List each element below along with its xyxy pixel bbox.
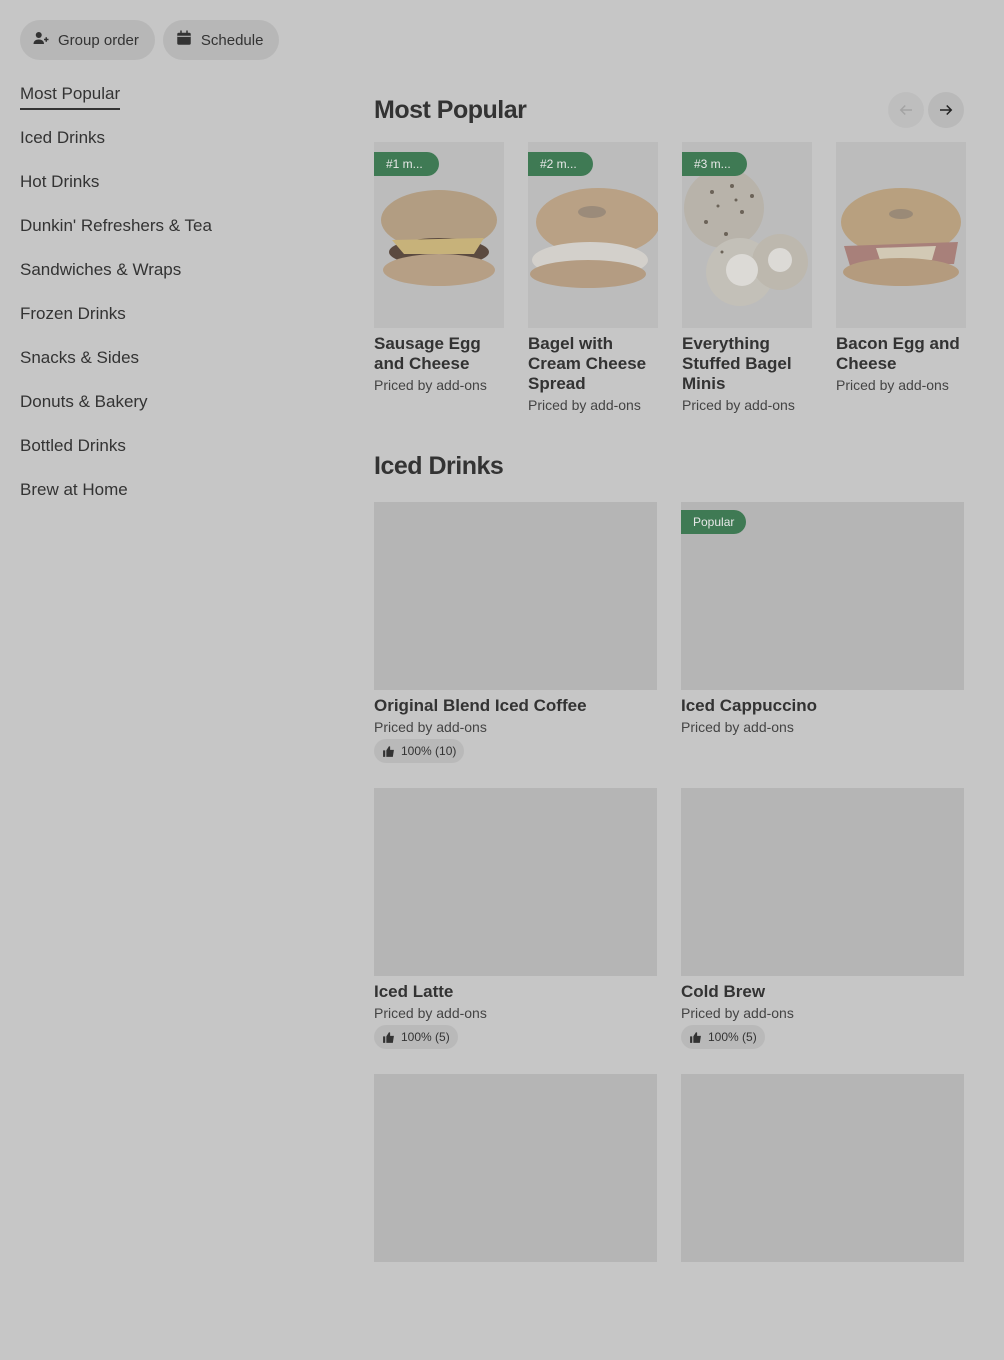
item-price: Priced by add-ons (681, 719, 794, 735)
menu-item-card[interactable]: #3 m... Everything Stuffed Bagel Minis P… (682, 142, 812, 414)
sidebar-item-label: Brew at Home (20, 480, 128, 499)
sidebar-item-hot-drinks[interactable]: Hot Drinks (20, 168, 320, 212)
sidebar-item-donuts-bakery[interactable]: Donuts & Bakery (20, 388, 320, 432)
item-name: Sausage Egg and Cheese (374, 334, 481, 373)
most-popular-header: Most Popular (374, 80, 964, 142)
item-image-placeholder: Popular (681, 502, 964, 690)
item-image-placeholder (681, 788, 964, 976)
item-image-placeholder (374, 788, 657, 976)
carousel-controls (888, 92, 964, 128)
thumbs-up-icon (690, 1031, 701, 1043)
sidebar-item-snacks-sides[interactable]: Snacks & Sides (20, 344, 320, 388)
sidebar-item-sandwiches-wraps[interactable]: Sandwiches & Wraps (20, 256, 320, 300)
thumbs-up-icon (383, 745, 394, 757)
item-name: Iced Cappuccino (681, 696, 818, 715)
rank-badge: #2 m... (528, 152, 593, 176)
item-price: Priced by add-ons (374, 719, 487, 735)
category-sidebar: Most Popular Iced Drinks Hot Drinks Dunk… (20, 80, 320, 520)
bacon-egg-cheese-image (836, 142, 966, 328)
popular-badge: Popular (681, 510, 747, 534)
rating-value: 100% (5) (401, 1030, 450, 1044)
item-image-placeholder (681, 1074, 964, 1262)
item-name: Everything Stuffed Bagel Minis (682, 334, 792, 393)
group-order-button[interactable]: Group order (20, 20, 155, 60)
item-price: Priced by add-ons (374, 377, 487, 393)
sidebar-item-label: Frozen Drinks (20, 304, 126, 323)
item-price: Priced by add-ons (374, 1005, 487, 1021)
bagel-cream-cheese-image: #2 m... (528, 142, 658, 328)
menu-item-card[interactable]: #1 m... Sausage Egg and Cheese Priced by… (374, 142, 504, 414)
item-name: Original Blend Iced Coffee (374, 696, 587, 715)
sidebar-item-iced-drinks[interactable]: Iced Drinks (20, 124, 320, 168)
thumbs-up-icon (383, 1031, 394, 1043)
sidebar-item-bottled-drinks[interactable]: Bottled Drinks (20, 432, 320, 476)
iced-drinks-grid: Original Blend Iced Coffee Priced by add… (374, 502, 964, 1360)
rank-badge: #3 m... (682, 152, 747, 176)
item-price: Priced by add-ons (528, 397, 641, 413)
rating-value: 100% (5) (708, 1030, 757, 1044)
stuffed-bagel-minis-image: #3 m... (682, 142, 812, 328)
menu-item-card[interactable]: Bacon Egg and Cheese Priced by add-ons (836, 142, 966, 414)
item-price: Priced by add-ons (682, 397, 795, 413)
item-name: Iced Latte (374, 982, 454, 1001)
sidebar-item-refreshers-tea[interactable]: Dunkin' Refreshers & Tea (20, 212, 320, 256)
item-price: Priced by add-ons (681, 1005, 794, 1021)
schedule-button[interactable]: Schedule (162, 20, 280, 60)
rating-value: 100% (10) (401, 744, 457, 758)
calendar-icon (175, 29, 193, 51)
rank-badge: #1 m... (374, 152, 439, 176)
item-name: Cold Brew (681, 982, 766, 1001)
sidebar-item-label: Most Popular (20, 81, 121, 110)
order-actions: Group order Schedule (20, 20, 280, 60)
most-popular-title: Most Popular (374, 96, 527, 124)
menu-item-card[interactable]: Original Blend Iced Coffee Priced by add… (374, 502, 657, 788)
sidebar-item-label: Sandwiches & Wraps (20, 260, 182, 279)
sidebar-item-label: Bottled Drinks (20, 436, 126, 455)
add-person-icon (32, 29, 50, 51)
sidebar-item-most-popular[interactable]: Most Popular (20, 80, 320, 124)
item-image-placeholder (374, 1074, 657, 1262)
sidebar-item-frozen-drinks[interactable]: Frozen Drinks (20, 300, 320, 344)
sidebar-item-label: Dunkin' Refreshers & Tea (20, 216, 212, 235)
sausage-egg-cheese-image: #1 m... (374, 142, 504, 328)
schedule-label: Schedule (200, 31, 264, 49)
menu-content: Most Popular #1 m... Sausage Egg and Che… (374, 80, 966, 1360)
sidebar-item-label: Donuts & Bakery (20, 392, 148, 411)
menu-item-card[interactable]: #2 m... Bagel with Cream Cheese Spread P… (528, 142, 658, 414)
menu-item-card[interactable]: Popular Iced Cappuccino Priced by add-on… (681, 502, 964, 788)
carousel-prev-button[interactable] (888, 92, 924, 128)
arrow-left-icon (899, 104, 912, 116)
rating-badge: 100% (5) (681, 1025, 765, 1049)
sidebar-item-label: Hot Drinks (20, 172, 100, 191)
menu-item-card[interactable]: Iced Latte Priced by add-ons 100% (5) (374, 788, 657, 1074)
rating-badge: 100% (10) (374, 739, 465, 763)
carousel-next-button[interactable] (928, 92, 964, 128)
rating-badge: 100% (5) (374, 1025, 458, 1049)
menu-item-card[interactable] (374, 1074, 657, 1360)
item-name: Bagel with Cream Cheese Spread (528, 334, 647, 393)
item-name: Bacon Egg and Cheese (836, 334, 960, 373)
item-image-placeholder (374, 502, 657, 690)
menu-item-card[interactable]: Cold Brew Priced by add-ons 100% (5) (681, 788, 964, 1074)
iced-drinks-title: Iced Drinks (374, 452, 504, 480)
sidebar-item-brew-at-home[interactable]: Brew at Home (20, 476, 320, 520)
sidebar-item-label: Iced Drinks (20, 128, 106, 147)
most-popular-carousel: #1 m... Sausage Egg and Cheese Priced by… (374, 142, 966, 414)
sidebar-item-label: Snacks & Sides (20, 348, 140, 367)
arrow-right-icon (940, 104, 953, 116)
menu-item-card[interactable] (681, 1074, 964, 1360)
group-order-label: Group order (58, 31, 139, 49)
item-price: Priced by add-ons (836, 377, 949, 393)
